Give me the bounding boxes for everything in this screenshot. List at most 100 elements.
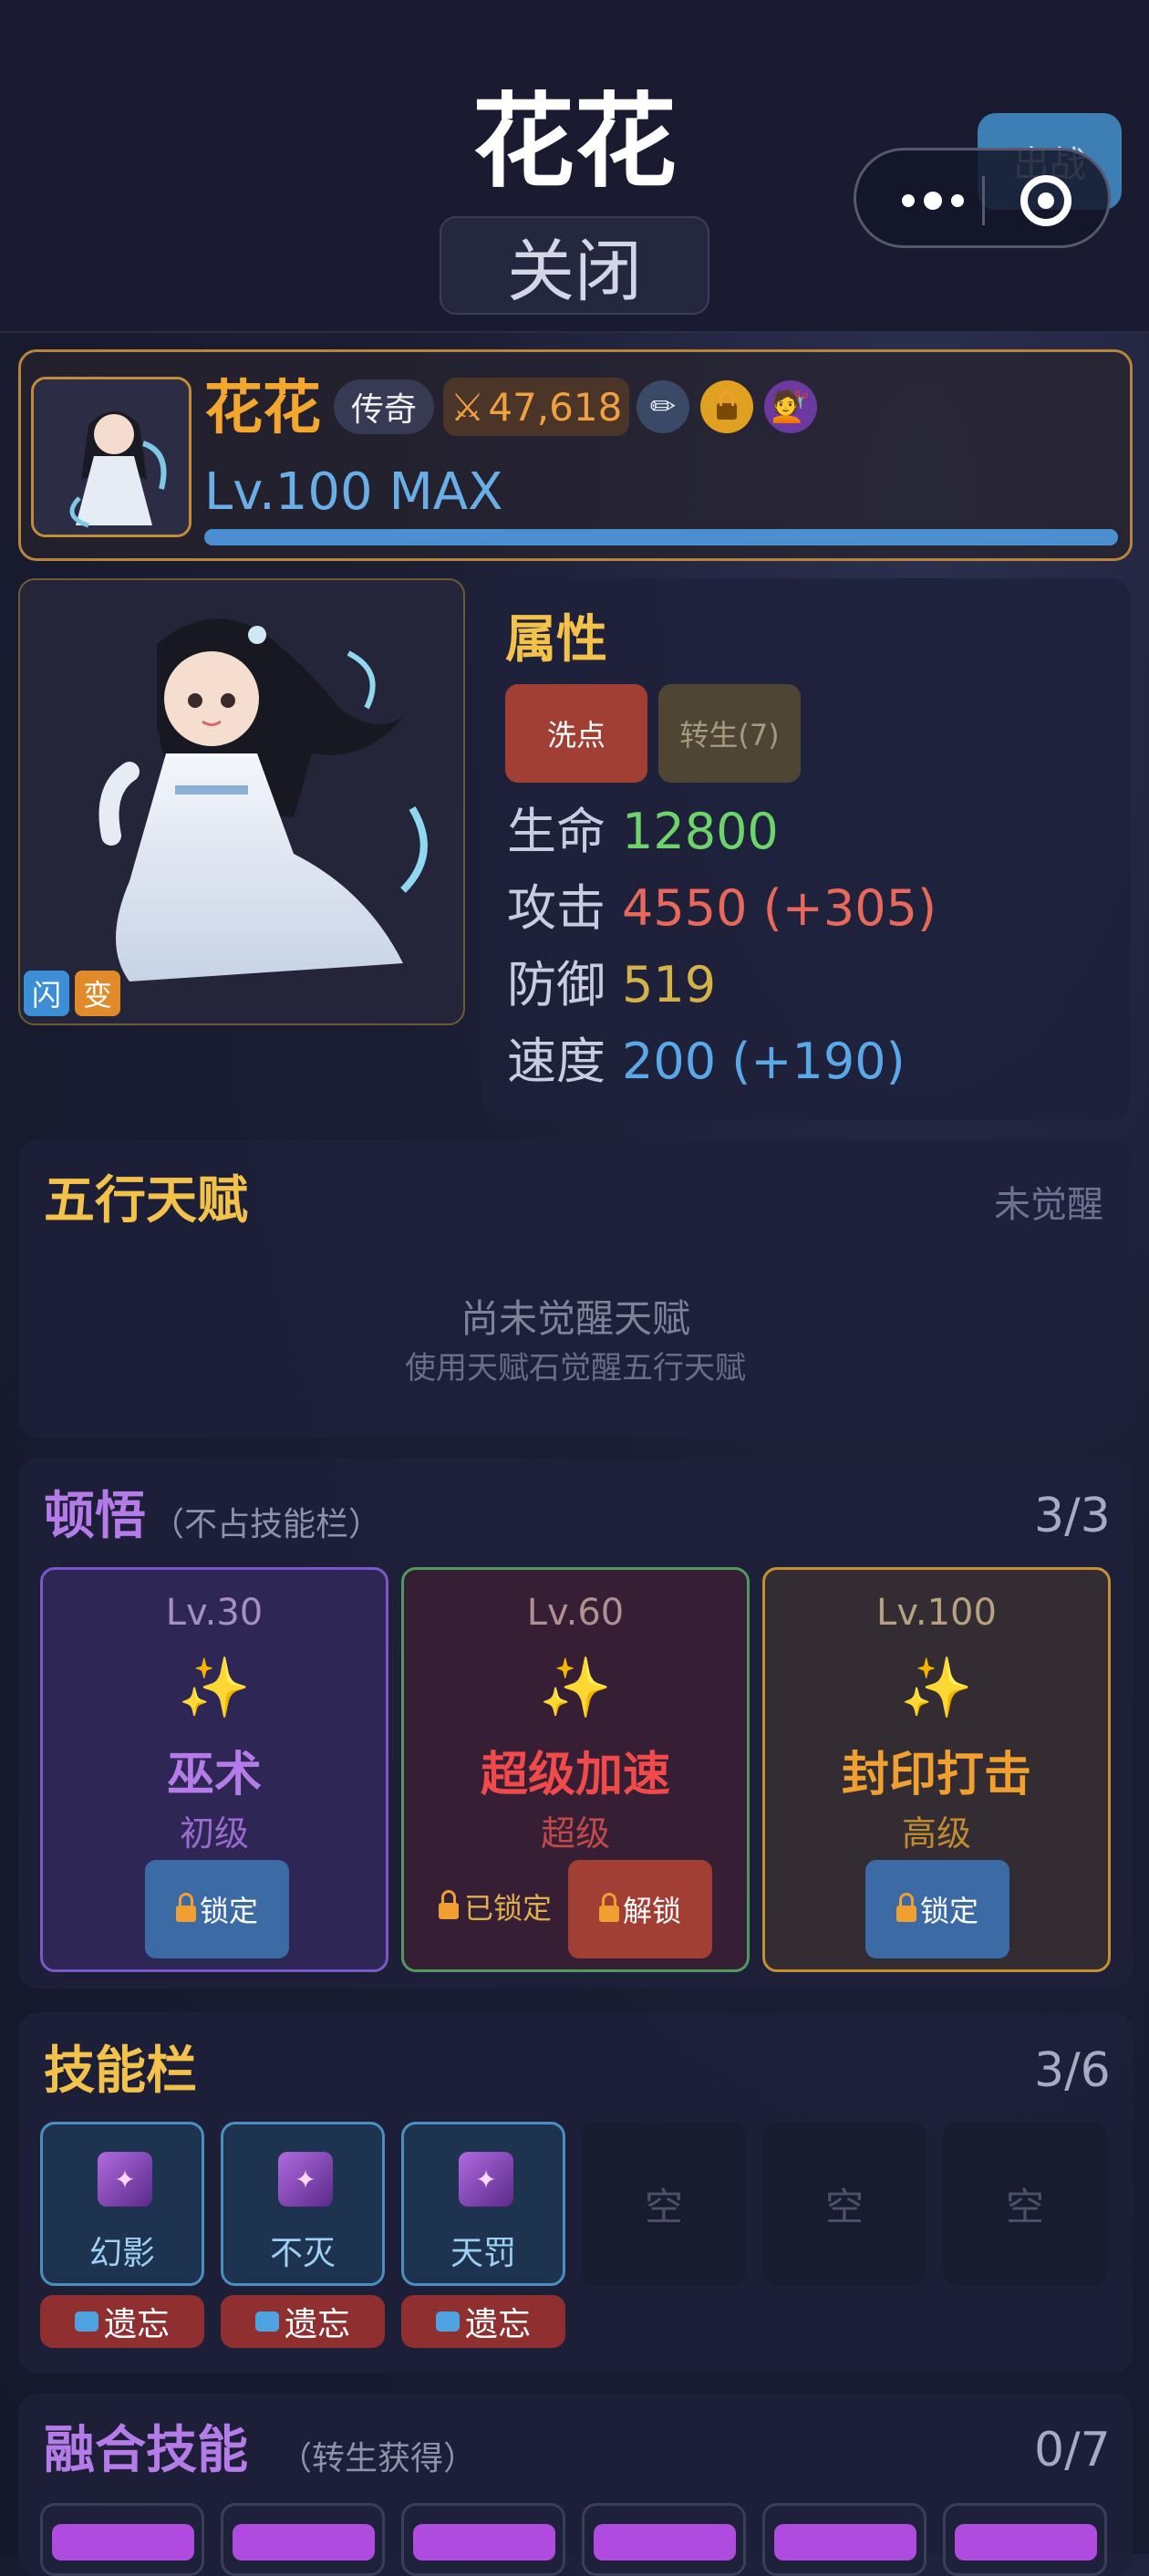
tag-flash: 闪 <box>24 971 69 1016</box>
lock-icon[interactable] <box>700 380 753 433</box>
fusion-slot-bar <box>955 2524 1097 2560</box>
rarity-badge: 传奇 <box>334 379 434 434</box>
forget-label: 遗忘 <box>464 2306 531 2343</box>
lock-icon <box>439 1890 459 1919</box>
forget-button[interactable]: 遗忘 <box>221 2295 385 2348</box>
fusion-slot-bar <box>52 2524 194 2560</box>
stat-attack: 攻击 4550 (+305) <box>507 872 937 945</box>
insight-level: Lv.100 <box>876 1592 997 1634</box>
reset-points-button[interactable]: 洗点 <box>505 684 647 783</box>
insight-grade: 超级 <box>540 1813 610 1854</box>
hero-level: Lv.100 MAX <box>204 462 503 522</box>
hero-name: 花花 <box>204 375 321 442</box>
combat-power-value: 47,618 <box>488 384 623 430</box>
insight-name: 巫术 <box>166 1748 262 1802</box>
lock-button[interactable]: 锁定 <box>865 1860 1009 1958</box>
insight-item: Lv.60 ✨ 超级加速 超级 已锁定 解锁 <box>401 1567 750 1972</box>
forget-button[interactable]: 遗忘 <box>401 2295 565 2348</box>
lock-icon <box>175 1893 196 1922</box>
stat-value: 12800 <box>622 803 779 860</box>
sparkle-icon: ✨ <box>178 1655 251 1722</box>
combat-power-badge: ⚔ 47,618 <box>443 378 629 436</box>
forget-label: 遗忘 <box>103 2306 170 2343</box>
tv-icon <box>435 2311 460 2332</box>
talent-empty-hint: 使用天赋石觉醒五行天赋 <box>405 1350 746 1387</box>
more-icon[interactable] <box>902 187 975 214</box>
fusion-title: 融合技能 <box>44 2421 248 2480</box>
skill-name: 不灭 <box>269 2235 336 2272</box>
stat-defense: 防御 519 <box>507 949 716 1022</box>
stat-value: 200 (+190) <box>622 1033 906 1090</box>
stat-label: 攻击 <box>507 879 606 937</box>
skill-slot[interactable]: ✦ 不灭 <box>221 2122 385 2286</box>
fusion-slot-bar <box>413 2524 555 2560</box>
capsule-divider <box>982 176 985 225</box>
skill-book-icon: ✦ <box>278 2152 333 2207</box>
skill-name: 幻影 <box>88 2235 155 2272</box>
unlock-button-label: 解锁 <box>622 1894 681 1928</box>
fusion-slot[interactable] <box>582 2503 746 2576</box>
lock-icon <box>895 1893 916 1922</box>
fusion-slot[interactable] <box>221 2503 385 2576</box>
tag-transform: 变 <box>75 971 120 1016</box>
fusion-slot[interactable] <box>401 2503 565 2576</box>
stat-label: 防御 <box>507 956 606 1013</box>
talent-empty-title: 尚未觉醒天赋 <box>460 1296 690 1341</box>
insight-grade: 高级 <box>901 1813 971 1854</box>
fusion-slot[interactable] <box>40 2503 204 2576</box>
skill-book-icon: ✦ <box>459 2152 513 2207</box>
close-button[interactable]: 关闭 <box>440 216 709 315</box>
mini-program-capsule <box>854 148 1111 248</box>
stat-label: 生命 <box>507 803 606 860</box>
xp-bar-fill <box>204 529 1118 545</box>
lock-button[interactable]: 锁定 <box>145 1860 289 1958</box>
insight-name: 超级加速 <box>480 1748 670 1802</box>
hero-avatar[interactable] <box>31 377 192 537</box>
sword-icon: ⚔ <box>450 384 485 430</box>
insight-item: Lv.30 ✨ 巫术 初级 锁定 <box>40 1567 388 1972</box>
fusion-slot-bar <box>233 2524 375 2560</box>
skill-slot-empty[interactable]: 空 <box>762 2122 926 2286</box>
skill-slot-empty[interactable]: 空 <box>943 2122 1107 2286</box>
fusion-count: 0/7 <box>1034 2423 1111 2477</box>
rebirth-button[interactable]: 转生(7) <box>658 684 801 783</box>
forget-label: 遗忘 <box>284 2306 350 2343</box>
pencil-icon[interactable]: ✏ <box>637 380 689 433</box>
exit-icon[interactable] <box>1020 175 1071 226</box>
stat-speed: 速度 200 (+190) <box>507 1025 906 1098</box>
lock-icon <box>598 1893 619 1922</box>
tv-icon <box>254 2311 279 2332</box>
hero-portrait[interactable] <box>18 578 465 1025</box>
fusion-slot-bar <box>774 2524 916 2560</box>
lock-button-label: 锁定 <box>199 1894 258 1928</box>
skill-bar-title: 技能栏 <box>44 2041 197 2101</box>
insight-level: Lv.30 <box>165 1592 264 1634</box>
fusion-slot-bar <box>594 2524 736 2560</box>
stat-value: 519 <box>622 956 717 1013</box>
stylist-icon[interactable]: 💇 <box>764 380 817 433</box>
sparkle-icon: ✨ <box>539 1655 612 1722</box>
fusion-slot[interactable] <box>762 2503 926 2576</box>
skill-slot[interactable]: ✦ 幻影 <box>40 2122 204 2286</box>
skill-slot-empty[interactable]: 空 <box>582 2122 746 2286</box>
talent-status: 未觉醒 <box>994 1184 1103 1226</box>
lock-button-label: 锁定 <box>919 1894 978 1928</box>
stat-label: 速度 <box>507 1033 606 1090</box>
skill-name: 天罚 <box>450 2235 516 2272</box>
locked-label: 已锁定 <box>464 1891 553 1926</box>
insight-count: 3/3 <box>1034 1489 1111 1543</box>
insight-grade: 初级 <box>179 1813 249 1854</box>
fusion-subtitle: （转生获得） <box>279 2440 477 2477</box>
stat-hp: 生命 12800 <box>507 795 779 868</box>
locked-indicator: 已锁定 <box>439 1885 552 1927</box>
insight-item: Lv.100 ✨ 封印打击 高级 锁定 <box>762 1567 1111 1972</box>
talent-title: 五行天赋 <box>44 1171 248 1231</box>
sparkle-icon: ✨ <box>900 1655 973 1722</box>
stat-value: 4550 (+305) <box>622 879 937 937</box>
skill-book-icon: ✦ <box>98 2152 152 2207</box>
skill-slot[interactable]: ✦ 天罚 <box>401 2122 565 2286</box>
insight-subtitle: （不占技能栏） <box>151 1506 382 1543</box>
fusion-slot[interactable] <box>943 2503 1107 2576</box>
forget-button[interactable]: 遗忘 <box>40 2295 204 2348</box>
unlock-button[interactable]: 解锁 <box>568 1860 712 1958</box>
